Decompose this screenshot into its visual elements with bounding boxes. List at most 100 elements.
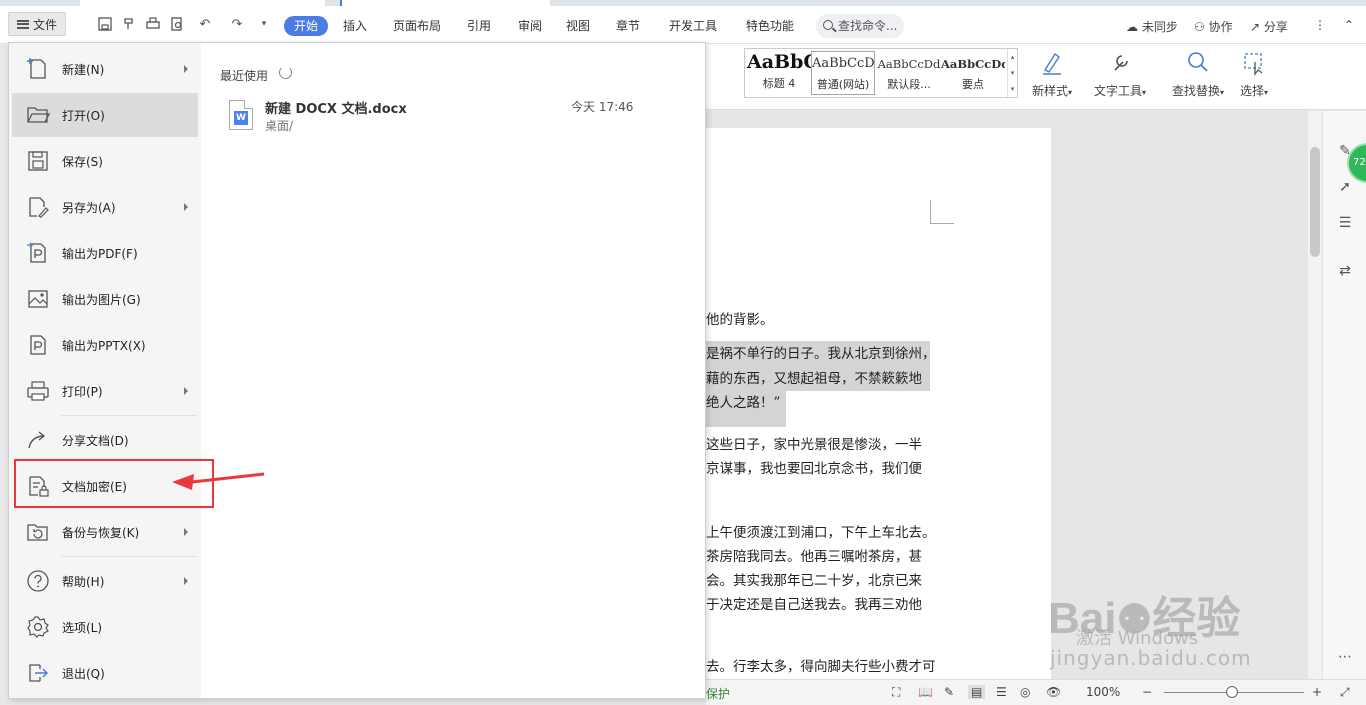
zoom-out-icon[interactable]: − <box>1142 685 1152 699</box>
zoom-in-icon[interactable]: + <box>1312 685 1322 699</box>
menu-item-exit[interactable]: 退出(Q) <box>12 651 198 695</box>
menu-item-label: 选项(L) <box>62 620 103 635</box>
collapse-ribbon-icon[interactable]: ⌃ <box>1344 18 1354 32</box>
page-view-icon[interactable]: ▤ <box>968 685 986 699</box>
menu-item-share-document[interactable]: 分享文档(D) <box>12 418 198 462</box>
menu-item-save-as[interactable]: 另存为(A) <box>12 185 198 229</box>
tab-special-features[interactable]: 特色功能 <box>746 16 794 36</box>
doc-text-line[interactable]: 会。其实我那年已二十岁，北京已来 <box>706 569 922 589</box>
tab-review[interactable]: 审阅 <box>518 16 542 36</box>
quick-access-dropdown-icon[interactable]: ▾ <box>255 15 273 33</box>
menu-item-open[interactable]: 打开(O) <box>12 93 198 137</box>
outline-view-icon[interactable]: ☰ <box>996 685 1007 699</box>
doc-text-line[interactable]: 这些日子，家中光景很是惨淡，一半 <box>706 433 922 453</box>
command-search[interactable]: 查找命令... <box>816 14 904 38</box>
edit-mode-icon[interactable]: ✎ <box>944 685 954 699</box>
more-dots-icon[interactable]: ⋯ <box>1335 649 1355 669</box>
doc-text-line[interactable]: 去。行李太多，得向脚夫行些小费才可 <box>706 655 936 675</box>
refresh-icon[interactable] <box>279 66 292 79</box>
scrollbar-thumb[interactable] <box>1310 147 1320 257</box>
menu-item-print[interactable]: 打印(P) <box>12 369 198 413</box>
save-icon <box>26 149 50 173</box>
menu-item-export-image[interactable]: 输出为图片(G) <box>12 277 198 321</box>
web-view-icon[interactable]: ◎ <box>1020 685 1030 699</box>
tab-page-layout[interactable]: 页面布局 <box>393 16 441 36</box>
share-icon <box>26 428 50 452</box>
style-default-paragraph[interactable]: AaBbCcDd 默认段... <box>877 51 941 95</box>
menu-item-export-pdf[interactable]: 输出为PDF(F) <box>12 231 198 275</box>
print-preview-icon[interactable] <box>168 15 186 33</box>
redo-icon[interactable]: ↷ <box>228 15 246 33</box>
menu-item-label: 打开(O) <box>62 108 105 123</box>
vertical-scrollbar[interactable] <box>1308 111 1322 679</box>
pen-style-icon <box>1039 50 1065 76</box>
doc-text-line-selected[interactable]: 藉的东西，又想起祖母，不禁簌簌地 <box>706 367 930 391</box>
fit-page-icon[interactable]: ⤢ <box>1340 685 1350 700</box>
menu-item-help[interactable]: 帮助(H) <box>12 559 198 603</box>
share-button[interactable]: ↗ 分享 <box>1250 18 1288 35</box>
right-side-panel: ✎ ➚ ☰ ⇄ ⋯ <box>1322 111 1366 679</box>
image-icon <box>26 287 50 311</box>
translate-icon[interactable]: ⇄ <box>1335 263 1355 283</box>
doc-text-line-selected[interactable]: 绝人之路！” <box>706 391 786 427</box>
zoom-slider-knob[interactable] <box>1226 686 1238 698</box>
text-tools-button[interactable]: 文字工具▾ <box>1094 50 1146 99</box>
tab-insert[interactable]: 插入 <box>343 16 367 36</box>
tab-developer[interactable]: 开发工具 <box>669 16 717 36</box>
doc-text-line[interactable]: 茶房陪我同去。他再三嘱咐茶房，甚 <box>706 545 922 565</box>
doc-text-line[interactable]: 他的背影。 <box>706 308 774 328</box>
more-options-icon[interactable]: ⋮ <box>1314 18 1326 32</box>
select-label: 选择 <box>1240 84 1265 98</box>
eye-protect-icon[interactable]: 👁 <box>1046 685 1061 699</box>
menu-item-backup-restore[interactable]: 备份与恢复(K) <box>12 510 198 554</box>
collaborate-button[interactable]: ⚇ 协作 <box>1194 18 1233 35</box>
save-quick-icon[interactable] <box>96 15 114 33</box>
zoom-level[interactable]: 100% <box>1086 685 1120 699</box>
tab-home[interactable]: 开始 <box>284 16 329 36</box>
file-menu-button[interactable]: 文件 <box>8 12 66 36</box>
cursor-icon[interactable]: ➚ <box>1335 179 1355 199</box>
doc-text-line-selected[interactable]: 是祸不单行的日子。我从北京到徐州， <box>706 341 930 367</box>
menu-item-options[interactable]: 选项(L) <box>12 605 198 649</box>
format-painter-icon[interactable] <box>120 15 138 33</box>
style-gallery-scroll[interactable]: ▴ ▾ ▾ <box>1007 49 1017 97</box>
menu-item-export-pptx[interactable]: 输出为PPTX(X) <box>12 323 198 367</box>
submenu-arrow-icon <box>184 203 188 211</box>
style-heading-4[interactable]: AaBbC 标题 4 <box>747 51 811 95</box>
doc-text-line[interactable]: 于决定还是自己送我去。我再三劝他 <box>706 593 922 613</box>
menu-item-label: 分享文档(D) <box>62 433 129 448</box>
reading-mode-icon[interactable]: 📖 <box>918 685 933 699</box>
baidu-logo-watermark: Bai⚉经验 <box>1048 594 1241 643</box>
style-preview: AaBbCcDd <box>877 57 941 71</box>
submenu-arrow-icon <box>184 387 188 395</box>
backup-icon <box>26 520 50 544</box>
tab-references[interactable]: 引用 <box>467 16 491 36</box>
tab-view[interactable]: 视图 <box>566 16 590 36</box>
tab-chapter[interactable]: 章节 <box>616 16 640 36</box>
menu-item-new[interactable]: 新建(N) <box>12 47 198 91</box>
settings-sliders-icon[interactable]: ☰ <box>1335 215 1355 235</box>
fullscreen-icon[interactable]: ⛶ <box>892 685 900 700</box>
hamburger-icon <box>16 19 29 29</box>
print-quick-icon[interactable] <box>144 15 162 33</box>
menu-item-save[interactable]: 保存(S) <box>12 139 198 183</box>
style-key-points[interactable]: AaBbCcDd 要点 <box>941 51 1005 95</box>
menu-item-label: 输出为图片(G) <box>62 292 141 307</box>
style-normal-web[interactable]: AaBbCcD 普通(网站) <box>811 51 875 95</box>
doc-text-line[interactable]: 京谋事，我也要回北京念书，我们便 <box>706 457 922 477</box>
word-doc-icon: W <box>229 100 253 130</box>
style-preview: AaBbCcD <box>812 56 874 71</box>
command-search-placeholder: 查找命令... <box>838 19 898 33</box>
sync-status[interactable]: ☁ 未同步 <box>1126 18 1178 35</box>
submenu-arrow-icon <box>184 528 188 536</box>
new-doc-icon <box>26 57 50 81</box>
new-style-button[interactable]: 新样式▾ <box>1032 50 1072 99</box>
protect-status[interactable]: 保护 <box>706 685 730 702</box>
select-button[interactable]: 选择▾ <box>1240 50 1268 99</box>
select-cursor-icon <box>1241 50 1267 76</box>
doc-text-line[interactable]: 上午便须渡江到浦口，下午上车北去。 <box>706 521 936 541</box>
share-label: 分享 <box>1263 20 1288 34</box>
undo-icon[interactable]: ↶ <box>196 15 214 33</box>
recent-file-name[interactable]: 新建 DOCX 文档.docx <box>265 98 407 117</box>
find-replace-button[interactable]: 查找替换▾ <box>1172 50 1224 99</box>
